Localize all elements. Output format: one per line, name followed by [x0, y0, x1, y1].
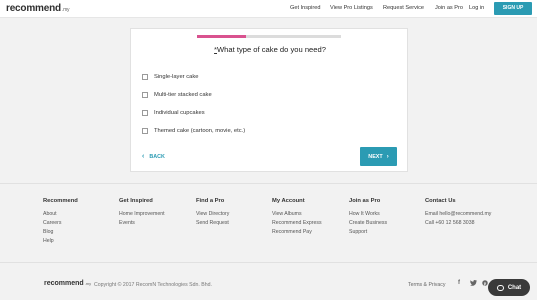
sign-up-button[interactable]: SIGN UP [494, 2, 532, 15]
footer-heading-my-account: My Account [272, 198, 305, 204]
footer-logo-text: recommend [44, 280, 84, 287]
footer-logo[interactable]: recommend.my [44, 280, 91, 287]
footer-link-view-albums[interactable]: View Albums [272, 211, 302, 217]
copyright-text: Copyright © 2017 RecomN Technologies Sdn… [94, 282, 212, 288]
chat-bubble-icon [496, 284, 504, 291]
option-label: Single-layer cake [154, 74, 199, 80]
top-navbar: recommend.my Get Inspired View Pro Listi… [0, 0, 537, 18]
next-label: NEXT [368, 153, 383, 160]
footer-logo-suffix: .my [84, 281, 92, 286]
footer-link-home-improvement[interactable]: Home Improvement [119, 211, 165, 217]
facebook-icon[interactable]: f [455, 280, 463, 286]
option-single-layer-cake[interactable]: Single-layer cake [142, 72, 198, 82]
back-button[interactable]: ‹ BACK [142, 153, 165, 160]
question-text: What type of cake do you need? [217, 45, 326, 54]
terms-privacy-link[interactable]: Terms & Privacy [408, 282, 445, 288]
footer-link-call[interactable]: Call +60 12 568 3038 [425, 220, 474, 226]
chat-button[interactable]: Chat [488, 279, 530, 296]
option-label: Individual cupcakes [154, 110, 205, 116]
footer-heading-find-a-pro: Find a Pro [196, 198, 225, 204]
footer-link-view-directory[interactable]: View Directory [196, 211, 229, 217]
footer-link-careers[interactable]: Careers [43, 220, 61, 226]
chat-label: Chat [507, 284, 522, 291]
footer-link-how-it-works[interactable]: How It Works [349, 211, 380, 217]
option-themed-cake[interactable]: Themed cake (cartoon, movie, etc.) [142, 126, 245, 136]
checkbox[interactable] [142, 128, 148, 134]
footer-bottom-divider [0, 262, 537, 263]
logo-suffix: .my [61, 7, 70, 13]
footer-link-help[interactable]: Help [43, 238, 54, 244]
progress-bar [197, 35, 341, 38]
footer-link-email[interactable]: Email hello@recommend.my [425, 211, 491, 217]
nav-join-as-pro[interactable]: Join as Pro [435, 5, 463, 11]
back-label: BACK [149, 153, 165, 160]
footer-link-events[interactable]: Events [119, 220, 135, 226]
footer-link-support[interactable]: Support [349, 229, 367, 235]
nav-request-service[interactable]: Request Service [383, 5, 424, 11]
chevron-left-icon: ‹ [142, 153, 145, 160]
footer-link-create-business[interactable]: Create Business [349, 220, 387, 226]
option-label: Themed cake (cartoon, movie, etc.) [154, 128, 246, 134]
footer-divider [0, 183, 537, 184]
footer-heading-contact-us: Contact Us [425, 198, 456, 204]
footer-heading-get-inspired: Get Inspired [119, 198, 153, 204]
footer-link-about[interactable]: About [43, 211, 57, 217]
footer-heading-join-as-pro: Join as Pro [349, 198, 381, 204]
question-title: *What type of cake do you need? [131, 45, 409, 54]
logo[interactable]: recommend.my [6, 3, 70, 14]
footer-link-recommend-express[interactable]: Recommend Express [272, 220, 322, 226]
option-label: Multi-tier stacked cake [154, 92, 212, 98]
footer-link-send-request[interactable]: Send Request [196, 220, 229, 226]
logo-text: recommend [6, 3, 61, 14]
checkbox[interactable] [142, 74, 148, 80]
chevron-right-icon: › [386, 153, 389, 160]
nav-log-in[interactable]: Log in [469, 5, 484, 11]
footer-heading-recommend: Recommend [43, 198, 78, 204]
footer-link-blog[interactable]: Blog [43, 229, 53, 235]
nav-view-pro-listings[interactable]: View Pro Listings [330, 5, 373, 11]
next-button[interactable]: NEXT › [360, 147, 397, 166]
twitter-icon[interactable] [469, 280, 477, 288]
nav-get-inspired[interactable]: Get Inspired [290, 5, 320, 11]
checkbox[interactable] [142, 92, 148, 98]
progress-bar-fill [197, 35, 246, 38]
footer-link-recommend-pay[interactable]: Recommend Pay [272, 229, 312, 235]
question-card: *What type of cake do you need? Single-l… [130, 28, 408, 172]
checkbox[interactable] [142, 110, 148, 116]
option-multi-tier-cake[interactable]: Multi-tier stacked cake [142, 90, 212, 100]
option-individual-cupcakes[interactable]: Individual cupcakes [142, 108, 205, 118]
